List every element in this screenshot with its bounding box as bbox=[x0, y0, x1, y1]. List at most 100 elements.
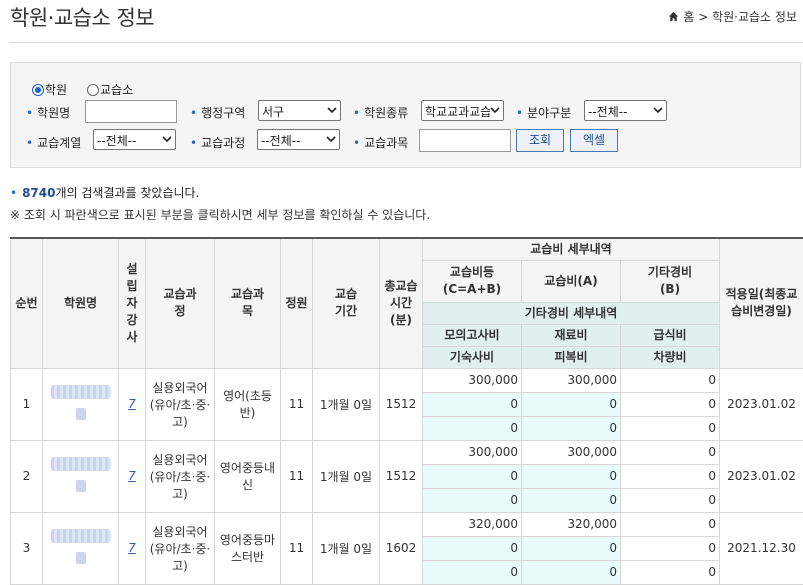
cell-instructors[interactable]: 7 bbox=[119, 368, 146, 440]
excel-button[interactable]: 엑셀 bbox=[570, 129, 618, 152]
instructors-link[interactable]: 7 bbox=[128, 469, 136, 483]
fee-cell: 0 bbox=[423, 416, 522, 440]
fee-cell: 0 bbox=[522, 416, 621, 440]
fee-cell: 0 bbox=[621, 560, 720, 584]
header-other-detail: 기타경비 세부내역 bbox=[423, 302, 720, 324]
cell-name[interactable] bbox=[43, 512, 119, 584]
header-other-b: 기타경비(B) bbox=[621, 260, 720, 302]
cell-subject: 영어중등마스터반 bbox=[215, 512, 281, 584]
fee-cell: 300,000 bbox=[423, 440, 522, 464]
fee-cell: 0 bbox=[621, 440, 720, 464]
header-period: 교습기간 bbox=[313, 238, 380, 368]
cell-date: 2023.01.02 bbox=[720, 368, 803, 440]
header-course: 교습과정 bbox=[146, 238, 215, 368]
fee-cell: 320,000 bbox=[522, 512, 621, 536]
title-divider bbox=[10, 42, 803, 43]
series-select[interactable]: --전체-- bbox=[93, 129, 176, 150]
info-note: ※ 조회 시 파란색으로 표시된 부분을 클릭하시면 세부 정보를 확인하실 수… bbox=[10, 206, 430, 223]
fee-cell: 300,000 bbox=[522, 368, 621, 392]
fee-cell: 0 bbox=[621, 416, 720, 440]
header-mock: 모의고사비 bbox=[423, 324, 522, 346]
series-label: 교습계열 bbox=[26, 134, 81, 151]
instructors-link[interactable]: 7 bbox=[128, 541, 136, 555]
fee-cell: 0 bbox=[423, 464, 522, 488]
result-summary: 8740개의 검색결과를 찾았습니다. bbox=[10, 184, 199, 201]
fee-cell: 300,000 bbox=[423, 368, 522, 392]
cell-name[interactable] bbox=[43, 440, 119, 512]
header-date: 적용일(최종교습비변경일) bbox=[720, 238, 803, 368]
academy-name-redacted[interactable] bbox=[51, 385, 111, 399]
cell-name[interactable] bbox=[43, 368, 119, 440]
cell-no: 2 bbox=[11, 440, 43, 512]
academy-name-redacted-2 bbox=[76, 408, 86, 420]
breadcrumb-current: 학원·교습소 정보 bbox=[712, 10, 797, 24]
type-select[interactable]: 학교교과교습 bbox=[421, 100, 504, 121]
header-fee-detail: 교습비 세부내역 bbox=[423, 238, 720, 260]
header-fee-a: 교습비(A) bbox=[522, 260, 621, 302]
academy-name-input[interactable] bbox=[85, 100, 177, 123]
academy-name-redacted-2 bbox=[76, 552, 86, 564]
header-instructors: 설립자강사 bbox=[119, 238, 146, 368]
header-material: 재료비 bbox=[522, 324, 621, 346]
header-capacity: 정원 bbox=[281, 238, 313, 368]
cell-date: 2021.12.30 bbox=[720, 512, 803, 584]
fee-cell: 0 bbox=[423, 392, 522, 416]
district-label: 행정구역 bbox=[190, 104, 245, 121]
fee-cell: 0 bbox=[621, 488, 720, 512]
cell-no: 1 bbox=[11, 368, 43, 440]
result-count: 8740 bbox=[22, 186, 55, 200]
cell-capacity: 11 bbox=[281, 368, 313, 440]
page-title: 학원·교습소 정보 bbox=[10, 2, 154, 32]
field-label: 분야구분 bbox=[516, 104, 571, 121]
chevron-down-icon bbox=[490, 106, 500, 114]
subject-input[interactable] bbox=[419, 129, 511, 152]
header-subject: 교습과목 bbox=[215, 238, 281, 368]
fee-cell: 0 bbox=[423, 488, 522, 512]
academy-name-redacted-2 bbox=[76, 480, 86, 492]
academy-name-redacted[interactable] bbox=[51, 457, 111, 471]
header-dorm: 기숙사비 bbox=[423, 346, 522, 368]
header-no: 순번 bbox=[11, 238, 43, 368]
academy-name-label: 학원명 bbox=[26, 104, 70, 121]
chevron-down-icon bbox=[326, 135, 336, 143]
cell-subject: 영어(초등반) bbox=[215, 368, 281, 440]
breadcrumb-home[interactable]: 홈 bbox=[683, 10, 694, 24]
instructors-link[interactable]: 7 bbox=[128, 397, 136, 411]
cell-instructors[interactable]: 7 bbox=[119, 512, 146, 584]
radio-checked-icon bbox=[32, 84, 44, 96]
fee-cell: 0 bbox=[621, 536, 720, 560]
cell-instructors[interactable]: 7 bbox=[119, 440, 146, 512]
chevron-down-icon bbox=[162, 135, 172, 143]
cell-no: 3 bbox=[11, 512, 43, 584]
search-button[interactable]: 조회 bbox=[516, 129, 564, 152]
cell-hours: 1512 bbox=[380, 368, 423, 440]
fee-cell: 0 bbox=[423, 560, 522, 584]
breadcrumb-separator: > bbox=[698, 10, 708, 24]
radio-academy[interactable]: 학원 bbox=[32, 81, 67, 98]
table-row: 27실용외국어(유아/초·중·고)영어중등내신111개월 0일1512300,0… bbox=[11, 440, 803, 464]
academy-name-redacted[interactable] bbox=[51, 529, 111, 543]
fee-cell: 0 bbox=[522, 464, 621, 488]
fee-cell: 0 bbox=[522, 488, 621, 512]
cell-period: 1개월 0일 bbox=[313, 368, 380, 440]
fee-cell: 320,000 bbox=[423, 512, 522, 536]
cell-date: 2023.01.02 bbox=[720, 440, 803, 512]
district-select[interactable]: 서구 bbox=[258, 100, 341, 121]
cell-period: 1개월 0일 bbox=[313, 440, 380, 512]
header-name: 학원명 bbox=[43, 238, 119, 368]
table-row: 37실용외국어(유아/초·중·고)영어중등마스터반111개월 0일1602320… bbox=[11, 512, 803, 536]
breadcrumb: 홈 > 학원·교습소 정보 bbox=[668, 8, 797, 25]
fee-cell: 0 bbox=[522, 392, 621, 416]
cell-period: 1개월 0일 bbox=[313, 512, 380, 584]
course-label: 교습과정 bbox=[190, 134, 245, 151]
course-select[interactable]: --전체-- bbox=[257, 129, 340, 150]
fee-cell: 0 bbox=[621, 512, 720, 536]
home-icon[interactable] bbox=[668, 11, 679, 22]
cell-course: 실용외국어(유아/초·중·고) bbox=[146, 440, 215, 512]
fee-cell: 0 bbox=[621, 392, 720, 416]
header-vehicle: 차량비 bbox=[621, 346, 720, 368]
cell-hours: 1602 bbox=[380, 512, 423, 584]
subject-label: 교습과목 bbox=[353, 134, 408, 151]
radio-tutoring[interactable]: 교습소 bbox=[87, 81, 133, 98]
field-select[interactable]: --전체-- bbox=[584, 100, 667, 121]
